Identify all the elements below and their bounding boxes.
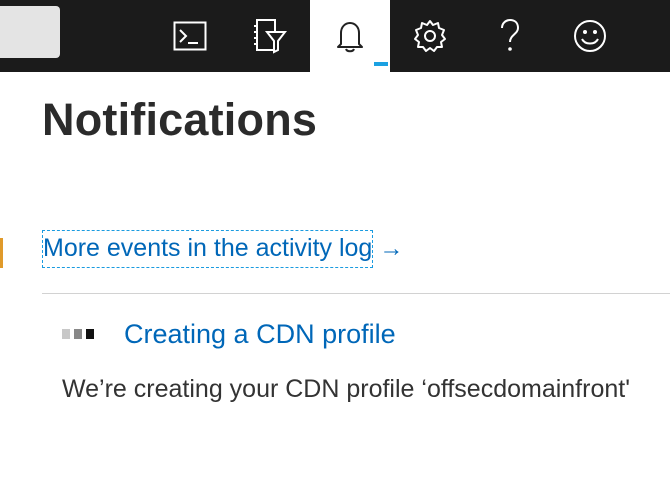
settings-button[interactable]	[390, 0, 470, 72]
panel-title: Notifications	[42, 94, 318, 145]
feedback-smiley-icon	[572, 18, 608, 54]
directory-filter-icon	[253, 18, 287, 54]
help-button[interactable]	[470, 0, 550, 72]
progress-indicator-icon	[62, 329, 94, 339]
cloud-shell-button[interactable]	[150, 0, 230, 72]
global-search-box[interactable]	[0, 6, 60, 58]
help-question-icon	[498, 18, 522, 54]
progress-dot	[62, 329, 70, 339]
top-navigation-bar	[0, 0, 670, 72]
progress-dot	[86, 329, 94, 339]
arrow-right-icon: →	[379, 235, 404, 262]
notification-body: We’re creating your CDN profile ‘offsecd…	[62, 375, 630, 403]
activity-log-link[interactable]: More events in the activity log →	[42, 230, 403, 268]
directory-filter-button[interactable]	[230, 0, 310, 72]
feedback-button[interactable]	[550, 0, 630, 72]
divider	[42, 293, 670, 294]
cloud-shell-icon	[173, 21, 207, 51]
settings-gear-icon	[412, 18, 448, 54]
progress-dot	[74, 329, 82, 339]
notification-title[interactable]: Creating a CDN profile	[124, 314, 396, 354]
activity-log-link-label: More events in the activity log	[42, 230, 374, 268]
notifications-bell-icon	[335, 19, 365, 53]
active-tab-indicator	[374, 62, 388, 66]
background-blade-edge	[0, 238, 3, 268]
